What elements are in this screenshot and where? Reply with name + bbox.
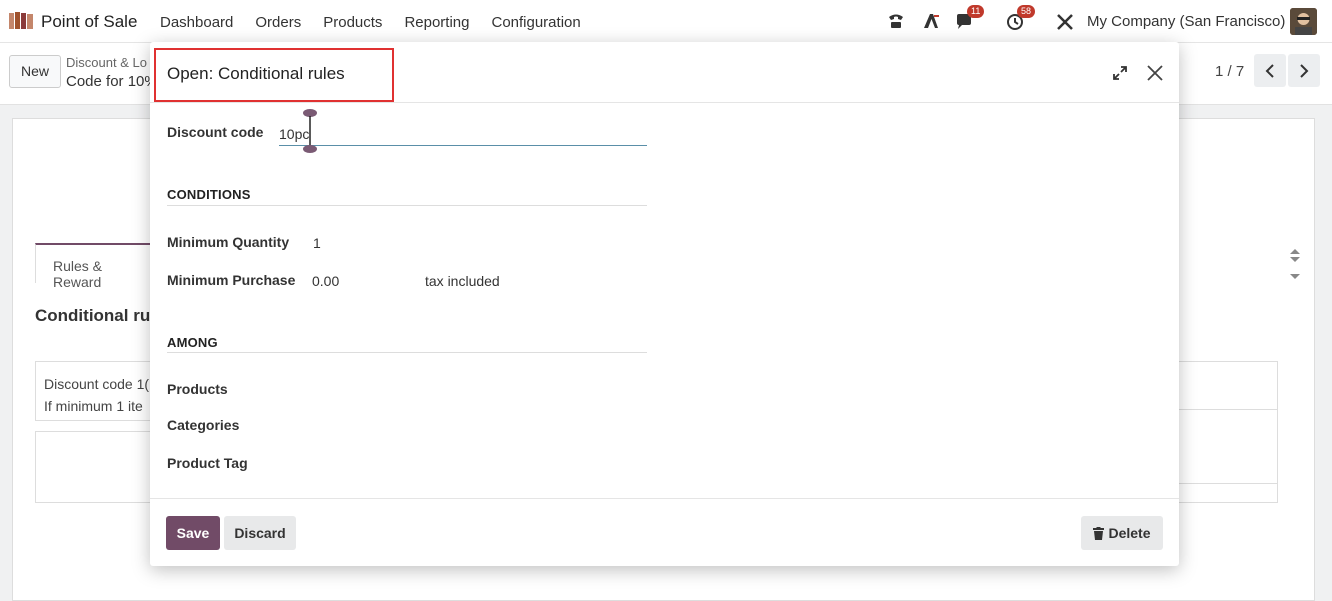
menu-configuration[interactable]: Configuration xyxy=(491,14,580,31)
pager-next-button[interactable] xyxy=(1288,54,1320,87)
trash-icon xyxy=(1093,526,1105,540)
menu-dashboard[interactable]: Dashboard xyxy=(160,14,233,31)
discount-code-input[interactable] xyxy=(279,122,647,146)
delete-button[interactable]: Delete xyxy=(1081,516,1163,550)
activities-badge: 58 xyxy=(1017,5,1036,18)
conditions-divider xyxy=(167,205,647,206)
product-tag-label: Product Tag xyxy=(167,455,248,471)
tools-icon[interactable] xyxy=(1055,12,1075,32)
top-navbar: Point of Sale Dashboard Orders Products … xyxy=(0,0,1332,43)
min-purchase-value[interactable]: 0.00 xyxy=(312,273,339,289)
among-section-title: AMONG xyxy=(167,335,218,350)
user-avatar[interactable] xyxy=(1290,8,1317,35)
breadcrumb-parent[interactable]: Discount & Lo xyxy=(66,55,147,70)
dialog-header: Open: Conditional rules xyxy=(150,42,1179,103)
menu-orders[interactable]: Orders xyxy=(255,14,301,31)
products-label: Products xyxy=(167,381,228,397)
among-divider xyxy=(167,352,647,353)
menu-products[interactable]: Products xyxy=(323,14,382,31)
new-button[interactable]: New xyxy=(9,55,61,88)
main-menu: Dashboard Orders Products Reporting Conf… xyxy=(160,14,603,31)
pos-app-icon[interactable] xyxy=(8,11,35,30)
delete-label: Delete xyxy=(1108,525,1151,541)
scroll-arrows-icon[interactable] xyxy=(1288,246,1302,282)
discard-button[interactable]: Discard xyxy=(224,516,296,550)
conditions-section-title: CONDITIONS xyxy=(167,187,251,202)
discount-code-label: Discount code xyxy=(167,124,264,140)
dialog-title: Open: Conditional rules xyxy=(167,64,345,83)
min-purchase-label: Minimum Purchase xyxy=(167,272,296,288)
activities-clock-icon[interactable]: 58 xyxy=(1005,5,1036,32)
dialog-footer: Save Discard Delete xyxy=(150,498,1179,566)
app-name[interactable]: Point of Sale xyxy=(41,12,137,32)
min-quantity-label: Minimum Quantity xyxy=(167,234,290,250)
pager-previous-button[interactable] xyxy=(1254,54,1286,87)
menu-reporting[interactable]: Reporting xyxy=(404,14,469,31)
company-switcher[interactable]: My Company (San Francisco) xyxy=(1087,13,1285,30)
breadcrumb-current: Code for 10% xyxy=(66,73,158,90)
chevron-left-icon xyxy=(1265,63,1274,78)
ai-icon[interactable] xyxy=(921,11,941,31)
chevron-right-icon xyxy=(1300,63,1309,78)
conditional-rules-heading: Conditional ru xyxy=(35,306,151,325)
text-cursor-handle-icon xyxy=(303,109,317,153)
messages-icon[interactable]: 11 xyxy=(955,5,985,32)
categories-label: Categories xyxy=(167,417,240,433)
phone-icon[interactable] xyxy=(886,11,906,31)
expand-icon[interactable] xyxy=(1111,64,1129,82)
pager-value[interactable]: 1 / 7 xyxy=(1215,63,1244,80)
close-icon[interactable] xyxy=(1145,63,1165,83)
tab-rules-rewards[interactable]: Rules & Reward xyxy=(35,243,155,290)
messages-badge: 11 xyxy=(967,5,985,18)
conditional-rules-dialog: Open: Conditional rules Discount code CO… xyxy=(150,42,1179,566)
min-quantity-value[interactable]: 1 xyxy=(313,235,321,251)
save-button[interactable]: Save xyxy=(166,516,220,550)
tax-mode-select[interactable]: tax included xyxy=(425,273,500,289)
